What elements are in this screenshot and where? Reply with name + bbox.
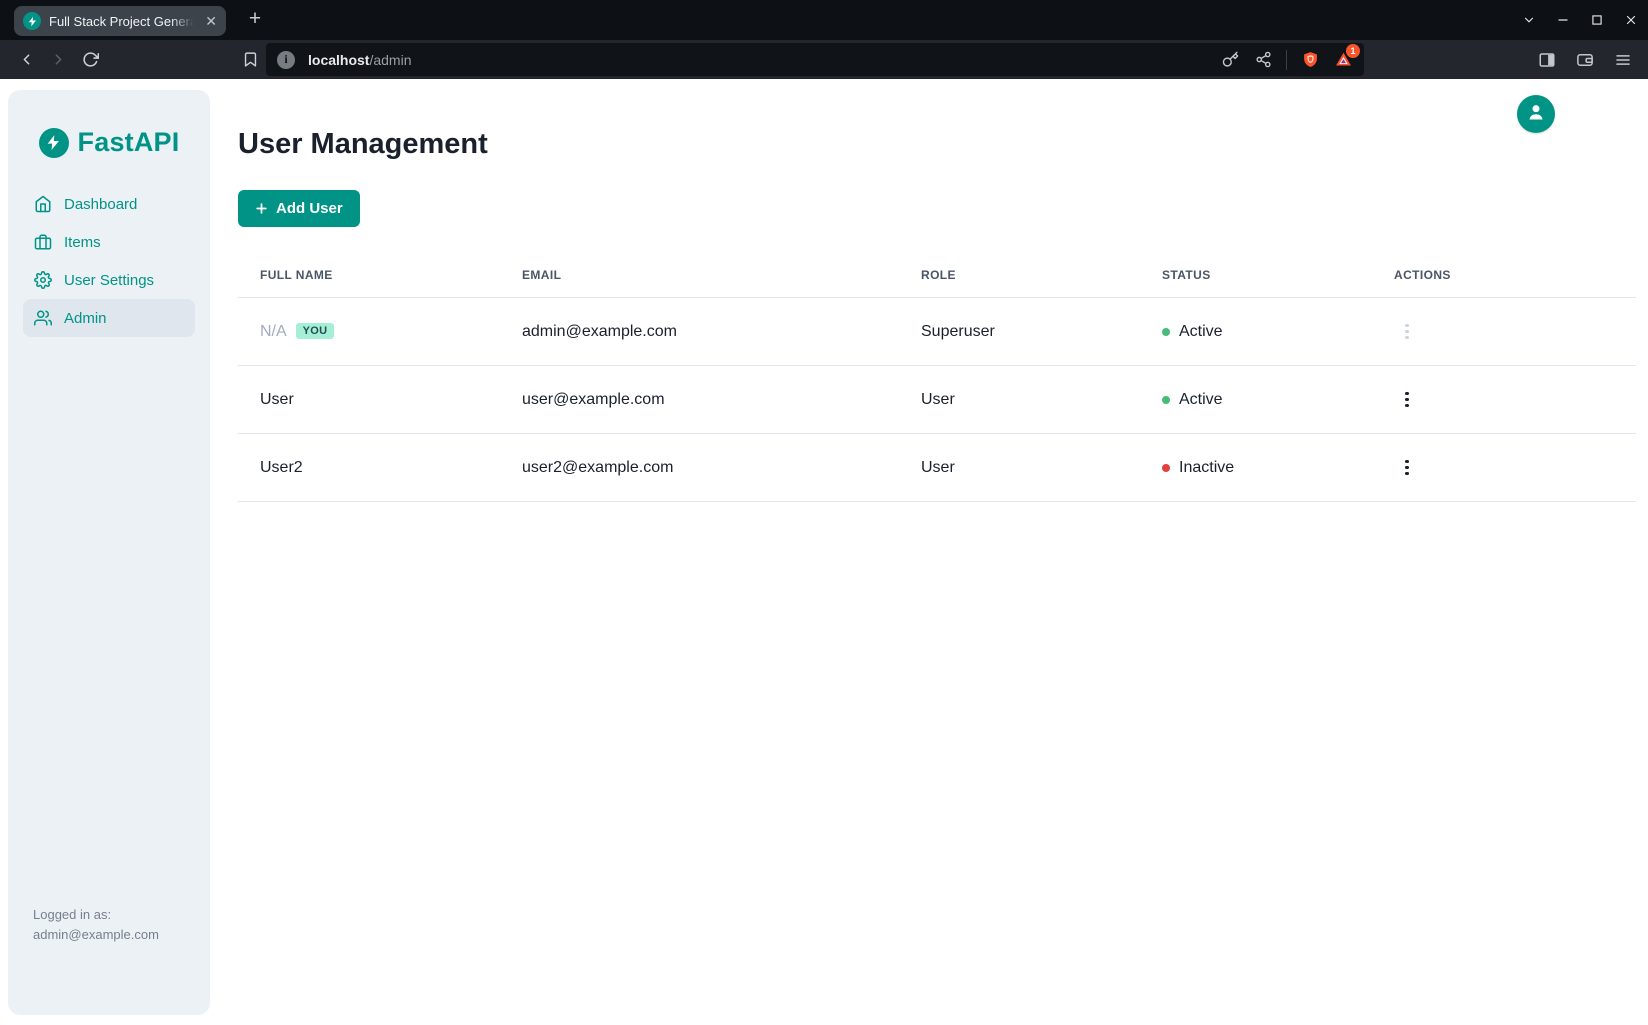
logo-text: FastAPI: [78, 127, 180, 158]
main-panel: User Management Add User FULL NAMEEMAILR…: [210, 79, 1648, 1025]
divider: [1286, 50, 1287, 70]
share-icon[interactable]: [1253, 50, 1273, 70]
users-table-wrap: FULL NAMEEMAILROLESTATUSACTIONS N/AYOUad…: [238, 254, 1636, 502]
home-icon: [34, 195, 52, 213]
maximize-icon[interactable]: [1589, 13, 1604, 28]
browser-tab[interactable]: Full Stack Project Genera ✕: [14, 6, 226, 36]
browser-toolbar: i localhost/admin 1: [0, 40, 1648, 79]
briefcase-icon: [34, 233, 52, 251]
page-content: FastAPI Dashboard Items User Settings Admin…: [0, 79, 1648, 1025]
cell-full-name: User2: [238, 434, 500, 502]
gear-icon: [34, 271, 52, 289]
sidebar-item-admin[interactable]: Admin: [23, 299, 195, 337]
row-actions-menu-icon[interactable]: [1394, 455, 1420, 481]
tab-title: Full Stack Project Genera: [49, 14, 197, 29]
row-actions-menu-icon: [1394, 319, 1420, 345]
sidebar: FastAPI Dashboard Items User Settings Admin…: [8, 90, 210, 1015]
add-user-button[interactable]: Add User: [238, 190, 360, 227]
url-host: localhost: [308, 52, 369, 68]
status-dot-icon: [1162, 396, 1170, 404]
sidebar-item-user-settings[interactable]: User Settings: [23, 261, 195, 299]
forward-icon[interactable]: [42, 44, 74, 76]
cell-actions: [1372, 298, 1636, 366]
status-label: Active: [1179, 323, 1223, 341]
address-bar[interactable]: i localhost/admin 1: [266, 43, 1364, 76]
cell-role: Superuser: [899, 298, 1140, 366]
logged-in-label: Logged in as:: [33, 905, 159, 925]
window-controls: [1521, 0, 1638, 40]
cell-full-name: N/AYOU: [238, 298, 500, 366]
column-header: ACTIONS: [1372, 254, 1636, 298]
site-info-icon[interactable]: i: [277, 51, 295, 69]
page-title: User Management: [238, 127, 1636, 161]
cell-role: User: [899, 366, 1140, 434]
row-actions-menu-icon[interactable]: [1394, 387, 1420, 413]
fastapi-logo: FastAPI: [8, 90, 210, 158]
column-header: EMAIL: [500, 254, 899, 298]
table-row: User2user2@example.comUser Inactive: [238, 434, 1636, 502]
table-header-row: FULL NAMEEMAILROLESTATUSACTIONS: [238, 254, 1636, 298]
sidebar-nav: Dashboard Items User Settings Admin: [8, 185, 210, 337]
fastapi-favicon-icon: [23, 12, 41, 30]
column-header: ROLE: [899, 254, 1140, 298]
brave-rewards-icon[interactable]: 1: [1333, 50, 1353, 70]
logged-in-email: admin@example.com: [33, 925, 159, 945]
reload-icon[interactable]: [74, 44, 106, 76]
cell-actions: [1372, 434, 1636, 502]
users-table: FULL NAMEEMAILROLESTATUSACTIONS N/AYOUad…: [238, 254, 1636, 502]
menu-hamburger-icon[interactable]: [1608, 45, 1638, 75]
table-row: Useruser@example.comUser Active: [238, 366, 1636, 434]
cell-email: admin@example.com: [500, 298, 899, 366]
cell-email: user@example.com: [500, 366, 899, 434]
cell-actions: [1372, 366, 1636, 434]
sidebar-item-dashboard[interactable]: Dashboard: [23, 185, 195, 223]
logged-in-info: Logged in as: admin@example.com: [33, 905, 159, 945]
status-dot-icon: [1162, 328, 1170, 336]
fastapi-bolt-icon: [39, 128, 69, 158]
column-header: STATUS: [1140, 254, 1372, 298]
back-icon[interactable]: [10, 44, 42, 76]
cell-status: Active: [1140, 298, 1372, 366]
sidebar-item-label: Admin: [64, 310, 107, 327]
cell-full-name: User: [238, 366, 500, 434]
sidebar-item-label: Items: [64, 234, 101, 251]
table-row: N/AYOUadmin@example.comSuperuser Active: [238, 298, 1636, 366]
tab-search-chevron-icon[interactable]: [1521, 13, 1536, 28]
status-label: Inactive: [1179, 459, 1234, 477]
minimize-icon[interactable]: [1555, 13, 1570, 28]
sidebar-item-items[interactable]: Items: [23, 223, 195, 261]
close-icon[interactable]: [1623, 13, 1638, 28]
bookmark-icon[interactable]: [234, 44, 266, 76]
browser-titlebar: Full Stack Project Genera ✕ +: [0, 0, 1648, 40]
rewards-count-badge: 1: [1346, 44, 1360, 58]
cell-status: Inactive: [1140, 434, 1372, 502]
cell-role: User: [899, 434, 1140, 502]
sidebar-panel-icon[interactable]: [1532, 45, 1562, 75]
tab-close-icon[interactable]: ✕: [205, 14, 217, 28]
plus-icon: [255, 202, 268, 215]
add-user-label: Add User: [276, 200, 343, 217]
status-label: Active: [1179, 391, 1223, 409]
table-body: N/AYOUadmin@example.comSuperuserActiveUs…: [238, 298, 1636, 502]
users-icon: [34, 309, 52, 327]
you-badge: YOU: [296, 323, 335, 339]
sidebar-item-label: User Settings: [64, 272, 154, 289]
new-tab-button[interactable]: +: [243, 8, 267, 32]
cell-status: Active: [1140, 366, 1372, 434]
cell-email: user2@example.com: [500, 434, 899, 502]
brave-shield-icon[interactable]: [1300, 50, 1320, 70]
sidebar-item-label: Dashboard: [64, 196, 137, 213]
url-path: /admin: [369, 52, 411, 68]
column-header: FULL NAME: [238, 254, 500, 298]
password-key-icon[interactable]: [1220, 50, 1240, 70]
wallet-icon[interactable]: [1570, 45, 1600, 75]
url-text[interactable]: localhost/admin: [308, 52, 412, 68]
status-dot-icon: [1162, 464, 1170, 472]
